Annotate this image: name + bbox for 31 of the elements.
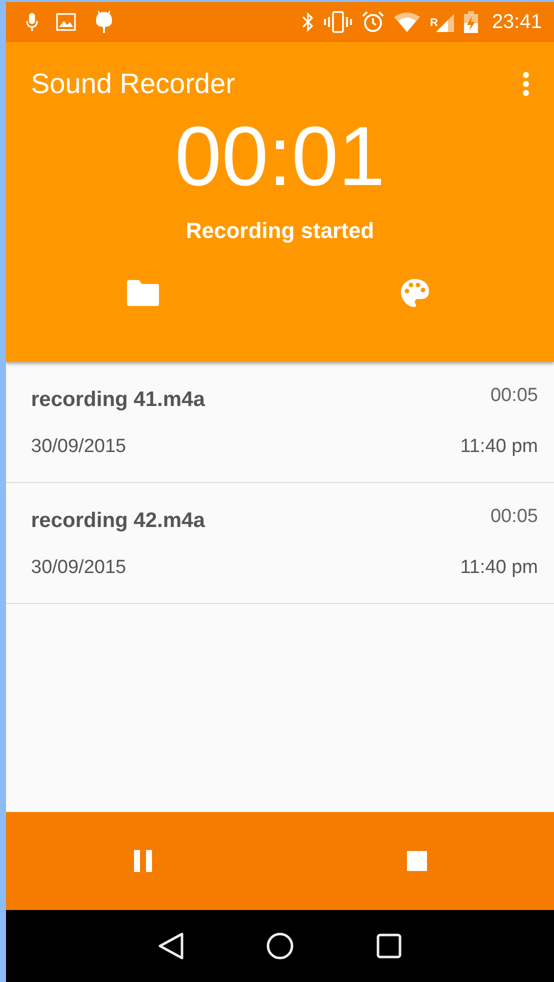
palette-icon[interactable]	[400, 278, 430, 308]
home-icon[interactable]	[266, 932, 294, 960]
recording-time: 11:40 pm	[460, 557, 538, 579]
android-icon	[94, 10, 114, 34]
recents-icon[interactable]	[376, 933, 402, 959]
folder-icon[interactable]	[126, 280, 158, 306]
microphone-icon	[26, 12, 38, 32]
recording-duration: 00:05	[490, 506, 538, 528]
recording-time: 11:40 pm	[460, 436, 538, 458]
app-title: Sound Recorder	[31, 68, 235, 100]
more-options-icon[interactable]	[522, 71, 530, 97]
battery-icon	[464, 11, 478, 33]
vibrate-icon	[324, 11, 352, 33]
wifi-icon	[394, 12, 420, 32]
recording-name: recording 41.m4a	[31, 388, 205, 412]
recording-date: 30/09/2015	[31, 436, 126, 458]
recording-status: Recording started	[184, 218, 376, 244]
clock-time: 23:41	[492, 10, 542, 34]
recording-date: 30/09/2015	[31, 557, 126, 579]
signal-icon	[436, 12, 454, 32]
recording-timer: 00:01	[174, 114, 386, 198]
image-icon	[56, 13, 76, 31]
alarm-clock-icon	[362, 11, 384, 33]
recording-name: recording 42.m4a	[31, 509, 205, 533]
recording-item[interactable]: recording 41.m4a 00:05 30/09/2015 11:40 pm	[6, 362, 554, 483]
recording-item[interactable]: recording 42.m4a 00:05 30/09/2015 11:40 pm	[6, 483, 554, 604]
bluetooth-icon	[302, 12, 314, 32]
pause-icon[interactable]	[133, 850, 153, 872]
back-icon[interactable]	[158, 932, 184, 960]
recording-duration: 00:05	[490, 385, 538, 407]
roaming-indicator: R	[430, 16, 438, 28]
